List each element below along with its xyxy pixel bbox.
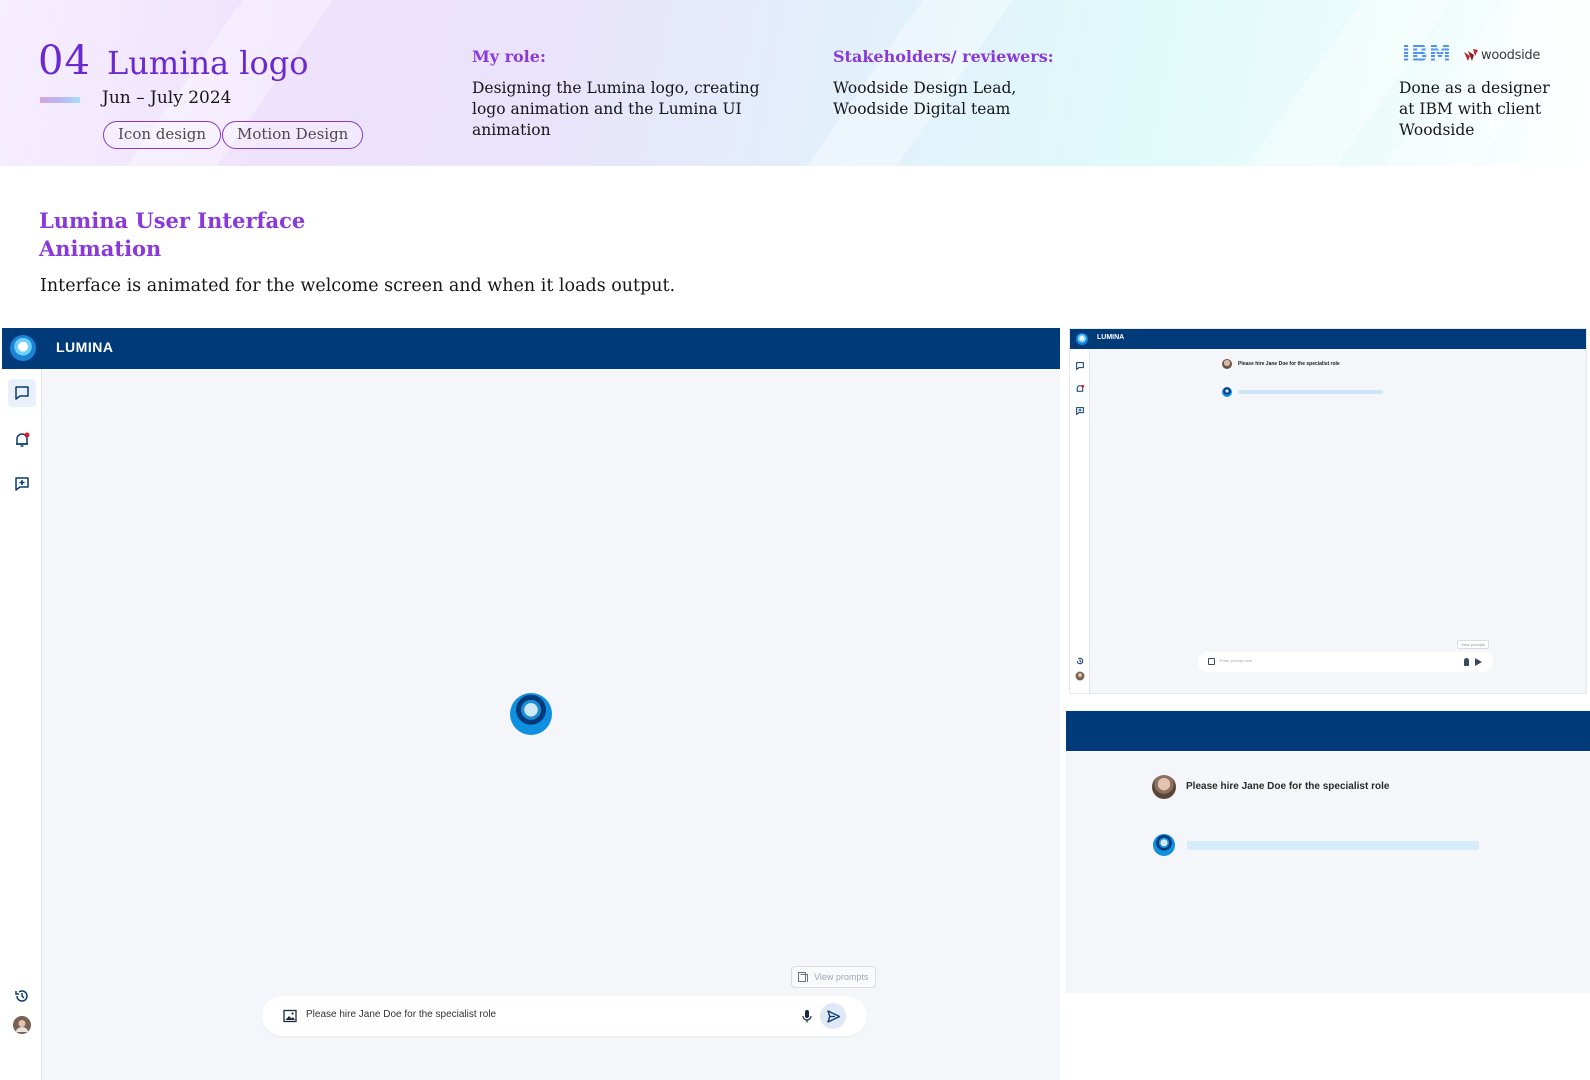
app-topbar: LUMINA [2,328,1060,369]
microphone-icon[interactable] [799,1008,815,1024]
section-description: Interface is animated for the welcome sc… [40,276,676,296]
project-date: Jun – July 2024 [102,88,232,108]
woodside-mark-icon [1464,49,1478,61]
image-upload-icon[interactable] [282,1008,298,1024]
number-underline [40,97,80,103]
zoom-loading-bar [1187,841,1479,850]
send-button[interactable] [820,1003,846,1029]
mini-mic-icon [1464,658,1469,666]
project-number: 04 [38,38,91,84]
lumina-app-window: LUMINA View prompts Please hire Jane Doe… [2,328,1060,1080]
prompt-book-icon [798,972,808,982]
mini-loading-bar [1238,390,1383,394]
role-text: Designing the Lumina logo, creating logo… [472,79,760,139]
header-band: 04 Lumina logo Jun – July 2024 Icon desi… [0,0,1590,166]
history-icon[interactable] [12,986,32,1006]
mini-topbar: LUMINA [1070,329,1586,349]
mini-chat-icon [1075,356,1085,371]
mini-user-message: Please hire Jane Doe for the specialist … [1238,361,1340,367]
role-label: My role: [472,47,546,66]
mini-bell-icon [1075,379,1085,392]
mini-sidebar [1070,349,1090,693]
mini-lumina-logo-icon [1076,333,1088,345]
mini-new-chat-icon [1075,401,1085,416]
zoom-ai-logo [1153,834,1175,856]
lumina-loading-logo [510,693,552,735]
section-title: Lumina User Interface Animation [39,208,306,261]
notification-bell-icon[interactable] [12,430,32,450]
ibm-logo: IBM [1402,42,1452,67]
mini-message-avatar [1222,359,1232,369]
user-avatar[interactable] [12,1015,32,1035]
client-text: Done as a designer at IBM with client Wo… [1399,79,1550,139]
mini-prompt-bar: Enter prompt here [1198,652,1493,672]
zoom-user-avatar [1152,775,1176,799]
app-sidebar [2,369,42,1080]
stakeholders-label: Stakeholders/ reviewers: [833,47,1054,66]
prompt-input-bar[interactable]: Please hire Jane Doe for the specialist … [262,996,867,1036]
mini-user-avatar [1075,666,1085,681]
project-title: Lumina logo [107,44,309,82]
view-prompts-label: View prompts [814,972,869,982]
view-prompts-button[interactable]: View prompts [791,966,877,988]
tag-icon-design: Icon design [103,121,222,149]
loading-state-screenshot: LUMINA Please hire Jane Doe for the spec… [1069,328,1587,694]
mini-ai-logo [1222,387,1232,397]
stakeholders-text: Woodside Design Lead, Woodside Digital t… [833,79,1017,118]
tag-motion-design: Motion Design [222,121,364,149]
new-chat-icon[interactable] [12,474,32,494]
send-icon [826,1009,840,1023]
mini-app-name: LUMINA [1097,334,1125,341]
mini-history-icon [1075,651,1085,665]
mini-prompt-placeholder: Enter prompt here [1220,658,1253,663]
zoom-topbar [1066,711,1590,751]
chat-icon[interactable] [8,379,36,407]
mini-view-prompts-button: View prompts [1457,640,1490,649]
zoom-user-message: Please hire Jane Doe for the specialist … [1186,781,1390,792]
woodside-wordmark: woodside [1481,47,1541,63]
loading-state-zoom: Please hire Jane Doe for the specialist … [1066,711,1590,993]
prompt-input[interactable]: Please hire Jane Doe for the specialist … [306,1009,496,1020]
woodside-logo: woodside [1463,45,1540,65]
mini-image-icon [1208,658,1215,665]
mini-send-icon [1475,658,1482,666]
lumina-logo-icon[interactable] [10,335,36,361]
app-name: LUMINA [56,339,114,355]
